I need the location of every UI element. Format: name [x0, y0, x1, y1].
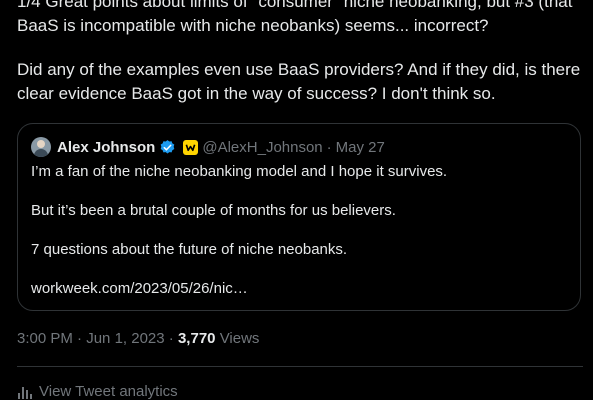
- affiliation-logo-icon: [185, 143, 196, 151]
- views-label: Views: [219, 330, 260, 347]
- quoted-link[interactable]: workweek.com/2023/05/26/nic…: [31, 279, 571, 299]
- quoted-paragraph-3: 7 questions about the future of niche ne…: [31, 241, 348, 258]
- quoted-paragraph-2: But it’s been a brutal couple of months …: [31, 202, 396, 219]
- header-separator: ·: [326, 138, 332, 156]
- avatar[interactable]: [31, 137, 51, 157]
- tweet-time[interactable]: 3:00 PM: [17, 330, 73, 347]
- quoted-tweet-card[interactable]: Alex Johnson @AlexH_Johnson · May 27 I’m…: [17, 123, 581, 311]
- views-count: 3,770: [177, 330, 216, 347]
- analytics-bars-icon: [18, 386, 32, 399]
- affiliation-badge-icon[interactable]: [183, 139, 199, 155]
- divider: [17, 366, 583, 367]
- view-analytics-link[interactable]: View Tweet analytics: [17, 383, 178, 400]
- tweet-date[interactable]: Jun 1, 2023: [86, 330, 164, 347]
- verified-badge-icon: [161, 139, 175, 154]
- meta-separator: ·: [77, 330, 83, 347]
- quoted-paragraph-1: I’m a fan of the niche neobanking model …: [31, 163, 448, 180]
- tweet-text: 1/4 Great points about limits of "consum…: [17, 0, 582, 105]
- quoted-tweet-header: Alex Johnson @AlexH_Johnson · May 27: [31, 137, 385, 157]
- quoted-tweet-date[interactable]: May 27: [336, 139, 385, 156]
- quoted-author-handle[interactable]: @AlexH_Johnson: [202, 139, 322, 156]
- view-analytics-label[interactable]: View Tweet analytics: [39, 383, 178, 400]
- tweet-paragraph-1: 1/4 Great points about limits of "consum…: [17, 0, 573, 35]
- tweet-meta: 3:00 PM · Jun 1, 2023 · 3,770 Views: [17, 330, 259, 347]
- meta-separator-2: ·: [168, 330, 174, 347]
- quoted-author-name[interactable]: Alex Johnson: [57, 139, 155, 156]
- tweet-paragraph-2: Did any of the examples even use BaaS pr…: [17, 60, 581, 103]
- quoted-tweet-body: I’m a fan of the niche neobanking model …: [31, 162, 571, 299]
